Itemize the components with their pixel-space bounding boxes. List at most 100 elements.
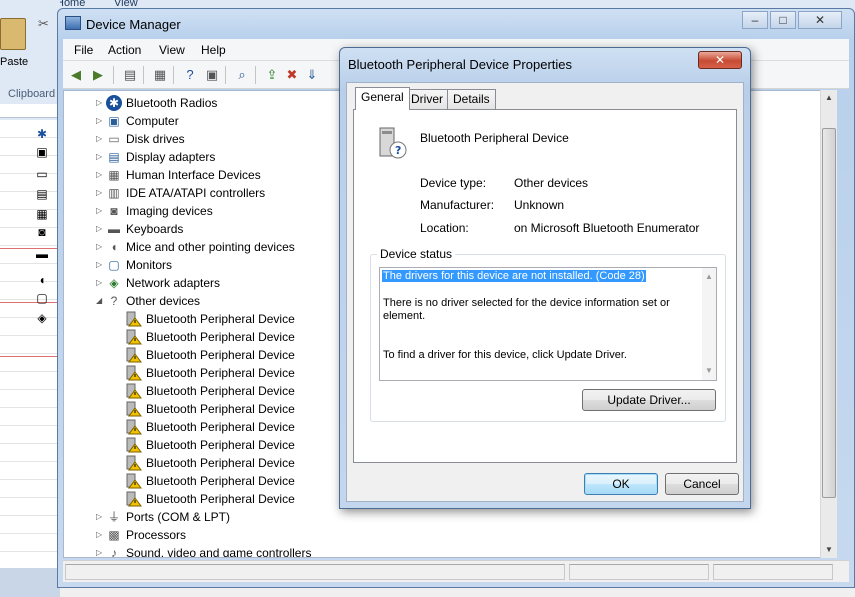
maximize-button[interactable]: □ [770,11,796,29]
scroll-up-arrow-icon[interactable]: ▲ [825,93,833,102]
forward-arrow-icon[interactable]: ▶ [89,66,107,84]
bluetooth-icon: ✱ [36,127,48,141]
update-driver-button[interactable]: Update Driver... [582,389,716,411]
computer-icon: ▣ [108,114,120,128]
minimize-button[interactable]: – [742,11,768,29]
disk-drive-icon: ▭ [108,132,120,146]
dialog-title: Bluetooth Peripheral Device Properties [348,57,573,72]
properties-icon[interactable]: ▦ [151,66,169,84]
tab-general[interactable]: General [355,87,410,110]
menu-file[interactable]: File [74,43,93,57]
disk-drive-icon: ▭ [36,167,48,181]
expand-arrow-icon[interactable]: ▷ [96,202,104,220]
paste-label[interactable]: Paste [0,56,28,68]
computer-icon: ▣ [36,145,48,159]
expand-arrow-icon[interactable]: ▷ [96,166,104,184]
warning-device-icon [126,311,142,327]
camera-icon: ◙ [38,225,46,239]
scrollbar-thumb[interactable] [822,128,836,498]
update-driver-icon[interactable]: ⇪ [263,66,281,84]
paste-icon[interactable] [0,18,26,50]
location-label: Location: [420,221,469,235]
keyboard-icon: ▬ [36,247,48,261]
properties-dialog: Bluetooth Peripheral Device Properties ✕… [339,47,751,509]
disable-device-icon[interactable]: ⇓ [303,66,321,84]
tree-scrollbar[interactable]: ▲ ▼ [820,90,837,558]
show-hide-icon[interactable]: ▣ [203,66,221,84]
expand-arrow-icon[interactable]: ▷ [96,184,104,202]
background-status-bar [0,568,60,597]
processor-icon: ▩ [108,528,120,542]
expand-arrow-icon[interactable]: ▷ [96,508,104,526]
hid-icon: ▦ [36,207,48,221]
expand-arrow-icon[interactable]: ▷ [96,148,104,166]
keyboard-icon: ▬ [108,222,120,236]
device-manager-icon [65,16,81,30]
device-manager-title: Device Manager [86,17,181,32]
status-scrollbar[interactable]: ▲ ▼ [702,268,716,380]
device-status-textbox[interactable]: The drivers for this device are not inst… [379,267,717,381]
device-type-value: Other devices [514,176,589,190]
help-icon[interactable]: ? [181,66,199,84]
scroll-down-arrow-icon[interactable]: ▼ [825,545,833,554]
expand-arrow-icon[interactable]: ▷ [96,220,104,238]
status-line: element. [383,310,426,322]
cut-icon[interactable]: ✂ [38,16,49,32]
close-button[interactable]: ✕ [798,11,842,29]
scan-hardware-icon[interactable]: ⌕ [233,66,251,84]
status-line: To find a driver for this device, click … [383,349,627,361]
warning-device-icon [126,401,142,417]
clipboard-group-label: Clipboard [8,88,56,100]
warning-device-icon [126,455,142,471]
warning-device-icon [126,347,142,363]
device-manager-titlebar[interactable]: Device Manager – □ ✕ [58,9,854,39]
ide-controller-icon: ▥ [108,186,120,200]
expand-arrow-icon[interactable]: ▷ [96,238,104,256]
camera-icon: ◙ [110,204,118,218]
warning-device-icon [126,329,142,345]
hid-icon: ▦ [108,168,120,182]
expand-arrow-icon[interactable]: ▷ [96,544,104,557]
collapse-arrow-icon[interactable]: ◢ [96,292,104,310]
tree-view-icon[interactable]: ▤ [121,66,139,84]
network-icon: ◈ [37,311,47,325]
ok-button[interactable]: OK [584,473,658,495]
dialog-close-button[interactable]: ✕ [698,51,742,69]
menu-view[interactable]: View [159,43,185,57]
background-document: ✱ ▣ ▭ ▤ ▦ ◙ ▬ ◖ ▢ ◈ [0,120,60,570]
warning-device-icon [126,419,142,435]
unknown-device-icon: ? [379,127,407,159]
scroll-up-arrow-icon[interactable]: ▲ [705,272,713,281]
expand-arrow-icon[interactable]: ▷ [96,256,104,274]
manufacturer-label: Manufacturer: [420,198,495,212]
cancel-button[interactable]: Cancel [665,473,739,495]
background-app: Paste ✂ Clipboard ✱ ▣ ▭ ▤ ▦ ◙ ▬ ◖ ▢ ◈ [0,0,60,597]
expand-arrow-icon[interactable]: ▷ [96,130,104,148]
status-bar [63,560,849,582]
expand-arrow-icon[interactable]: ▷ [96,112,104,130]
general-tab-panel: ? Bluetooth Peripheral Device Device typ… [353,109,737,463]
menu-action[interactable]: Action [108,43,141,57]
display-adapter-icon: ▤ [108,150,120,164]
sound-icon: ♪ [111,546,117,558]
monitor-icon: ▢ [36,291,48,305]
expand-arrow-icon[interactable]: ▷ [96,94,104,112]
expand-arrow-icon[interactable]: ▷ [96,526,104,544]
menu-help[interactable]: Help [201,43,226,57]
port-icon: ⏚ [107,510,120,524]
network-adapter-icon: ◈ [109,276,119,290]
scroll-down-arrow-icon[interactable]: ▼ [705,366,713,375]
bluetooth-icon: ✱ [106,95,122,111]
tab-details[interactable]: Details [447,89,496,109]
device-status-title: Device status [377,247,456,261]
back-arrow-icon[interactable]: ◀ [67,66,85,84]
expand-arrow-icon[interactable]: ▷ [96,274,104,292]
status-selected-line: The drivers for this device are not inst… [382,270,646,282]
uninstall-icon[interactable]: ✖ [283,66,301,84]
dialog-body: General Driver Details ? Bluetooth Perip… [346,82,744,502]
warning-device-icon [126,383,142,399]
svg-text:?: ? [395,144,401,157]
mouse-icon: ◖ [38,273,46,287]
device-name: Bluetooth Peripheral Device [420,131,569,145]
tab-driver[interactable]: Driver [405,89,449,109]
